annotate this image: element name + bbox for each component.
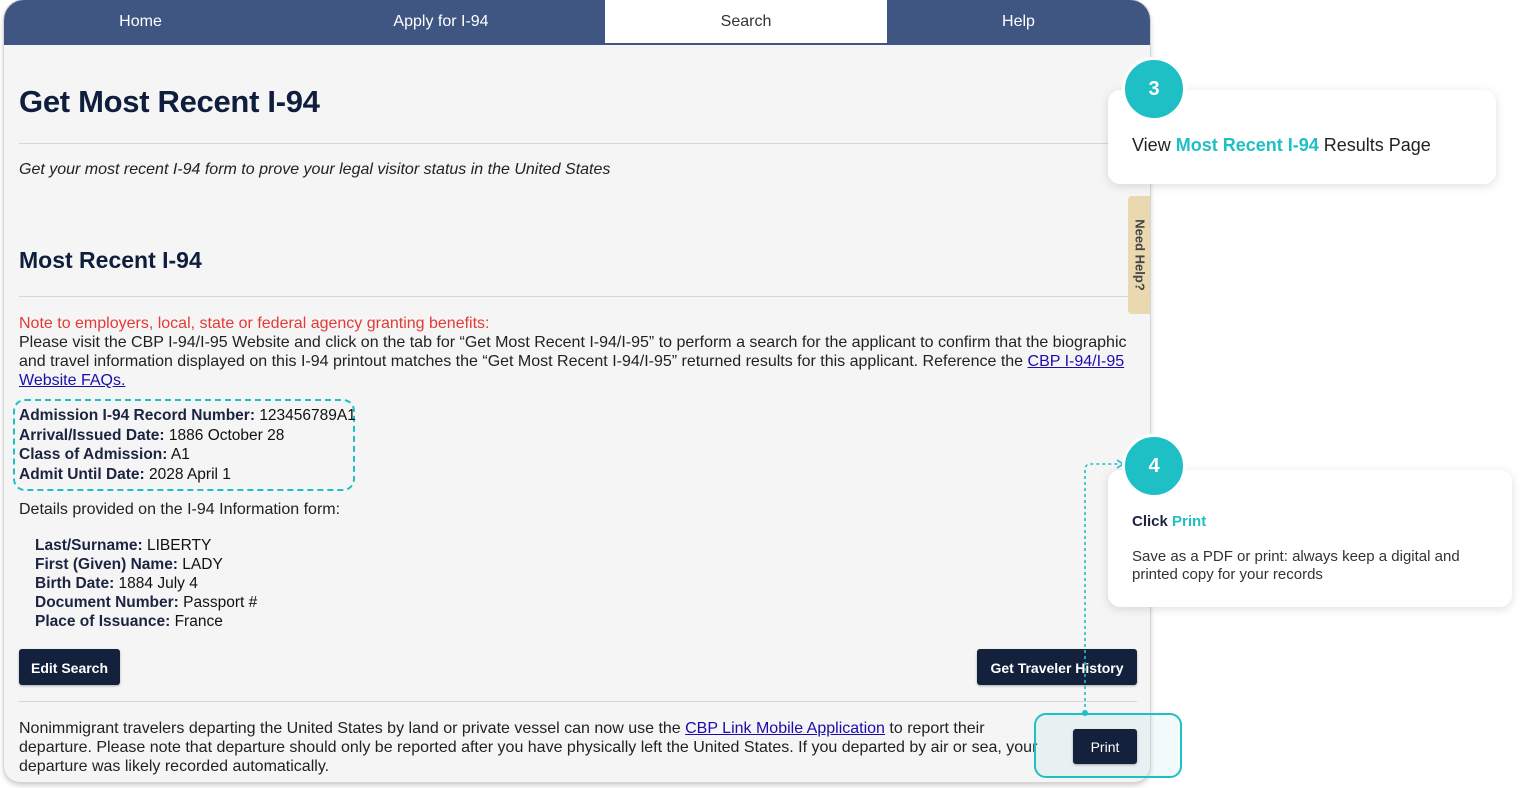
callout-3-suffix: Results Page — [1318, 135, 1431, 155]
callout-4-title-highlight: Print — [1172, 513, 1207, 530]
callout-4-title: Click Print — [1132, 513, 1206, 530]
callout-3-prefix: View — [1132, 135, 1176, 155]
callout-4-title-prefix: Click — [1132, 513, 1173, 530]
callout-3-highlight: Most Recent I-94 — [1175, 135, 1319, 155]
callout-4-body: Save as a PDF or print: always keep a di… — [1132, 548, 1460, 583]
step-3-badge: 3 — [1122, 57, 1186, 121]
connector-start-dot — [1082, 710, 1088, 716]
step-4-badge: 4 — [1122, 434, 1186, 498]
callout-3-text: View Most Recent I-94 Results Page — [1132, 135, 1431, 156]
